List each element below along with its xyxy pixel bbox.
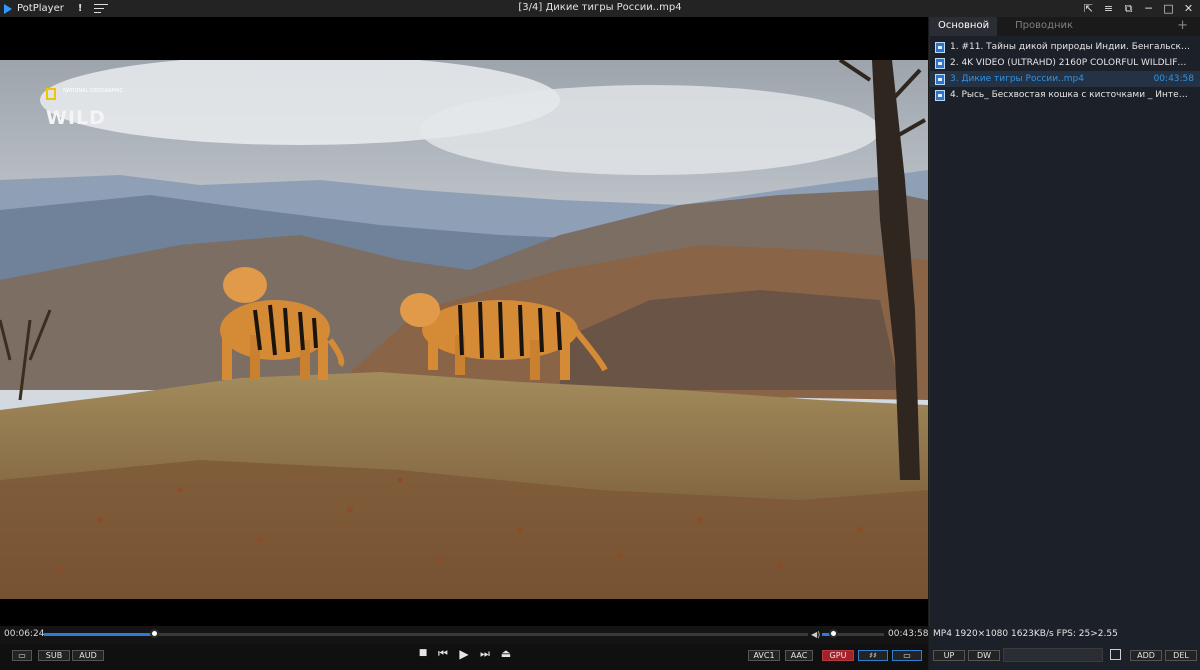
playlist-control-bar: UP DW ADD DEL xyxy=(929,644,1200,670)
tab-main[interactable]: Основной xyxy=(930,17,998,36)
control-bar: ▭ SUB AUD ■ ⏮ ▶ ⏭ ⏏ AVC1 AAC GPU ♯♯ ▭ xyxy=(0,644,928,670)
seek-handle[interactable] xyxy=(150,629,160,638)
title-bar: PotPlayer ! [3/4] Дикие тигры России..mp… xyxy=(0,0,1200,17)
add-button[interactable]: ADD xyxy=(1130,650,1162,661)
eject-icon[interactable]: ⏏ xyxy=(499,647,513,660)
move-down-button[interactable]: DW xyxy=(968,650,1000,661)
channel-logo-small: NATIONAL GEOGRAPHIC xyxy=(63,88,124,94)
natgeo-logo-icon xyxy=(46,88,56,100)
skin-menu-icon[interactable]: ≡ xyxy=(1103,3,1114,14)
window-controls: ⇱ ≡ ⧉ ─ □ ✕ xyxy=(1083,0,1194,17)
playlist-list: 1. #11. Тайны дикой природы Индии. Бенга… xyxy=(930,36,1200,103)
channel-logo-text: WILD xyxy=(46,107,106,129)
audio-button[interactable]: AUD xyxy=(72,650,104,661)
minimize-button[interactable]: ─ xyxy=(1143,3,1154,14)
move-up-button[interactable]: UP xyxy=(933,650,965,661)
list-item-title: 4. Рысь_ Бесхвостая кошка с кисточками _… xyxy=(950,90,1190,100)
video-file-icon xyxy=(935,73,945,85)
video-file-icon xyxy=(935,41,945,53)
seek-progress xyxy=(44,633,156,636)
maximize-button[interactable]: □ xyxy=(1163,3,1174,14)
video-codec-button[interactable]: AVC1 xyxy=(748,650,780,661)
next-icon[interactable]: ⏭ xyxy=(478,647,492,661)
subtitle-button[interactable]: SUB xyxy=(38,650,70,661)
vr-mode-button[interactable]: ▭ xyxy=(892,650,922,661)
close-button[interactable]: ✕ xyxy=(1183,3,1194,14)
list-item[interactable]: 1. #11. Тайны дикой природы Индии. Бенга… xyxy=(930,39,1200,55)
audio-codec-button[interactable]: AAC xyxy=(785,650,813,661)
play-icon[interactable]: ▶ xyxy=(457,647,471,661)
seek-bar-row: 00:06:24 ◀) 00:43:58 xyxy=(0,626,928,644)
video-scene-image xyxy=(0,60,928,599)
playlist-tabs: Основной Проводник + xyxy=(930,17,1200,36)
list-item-title: 1. #11. Тайны дикой природы Индии. Бенга… xyxy=(950,42,1190,52)
playlist-panel: Основной Проводник + 1. #11. Тайны дикой… xyxy=(929,17,1200,626)
add-tab-icon[interactable]: + xyxy=(1177,18,1188,33)
video-frame[interactable]: NATIONAL GEOGRAPHIC WILD xyxy=(0,60,928,599)
total-time: 00:43:58 xyxy=(888,629,929,639)
list-item[interactable]: 4. Рысь_ Бесхвостая кошка с кисточками _… xyxy=(930,87,1200,103)
list-item-title: 2. 4K VIDEO (ULTRAHD) 2160P COLORFUL WIL… xyxy=(950,58,1190,68)
window-title: [3/4] Дикие тигры России..mp4 xyxy=(518,2,682,13)
equalizer-button[interactable]: ♯♯ xyxy=(858,650,888,661)
video-area[interactable]: NATIONAL GEOGRAPHIC WILD xyxy=(0,17,928,626)
list-item-current[interactable]: 3. Дикие тигры России..mp4 00:43:58 xyxy=(930,71,1200,87)
playlist-search-input[interactable] xyxy=(1003,648,1103,662)
video-file-icon xyxy=(935,89,945,101)
volume-icon[interactable]: ◀) xyxy=(811,630,820,639)
channel-logo: NATIONAL GEOGRAPHIC WILD xyxy=(46,88,123,129)
current-time: 00:06:24 xyxy=(4,629,45,639)
list-item[interactable]: 2. 4K VIDEO (ULTRAHD) 2160P COLORFUL WIL… xyxy=(930,55,1200,71)
previous-icon[interactable]: ⏮ xyxy=(436,647,450,661)
media-info: MP4 1920×1080 1623KB/s FPS: 25>2.55 xyxy=(929,626,1200,644)
volume-handle[interactable] xyxy=(828,629,838,638)
stop-icon[interactable]: ■ xyxy=(416,648,430,658)
save-playlist-icon[interactable] xyxy=(1110,649,1121,660)
mini-mode-icon[interactable]: ⧉ xyxy=(1123,3,1134,14)
gpu-button[interactable]: GPU xyxy=(822,650,854,661)
list-item-duration: 00:43:58 xyxy=(1153,74,1194,84)
tab-explorer[interactable]: Проводник xyxy=(1007,17,1081,36)
screen-mode-button[interactable]: ▭ xyxy=(12,650,32,661)
video-file-icon xyxy=(935,57,945,69)
always-on-top-icon[interactable]: ⇱ xyxy=(1083,3,1094,14)
delete-button[interactable]: DEL xyxy=(1165,650,1197,661)
